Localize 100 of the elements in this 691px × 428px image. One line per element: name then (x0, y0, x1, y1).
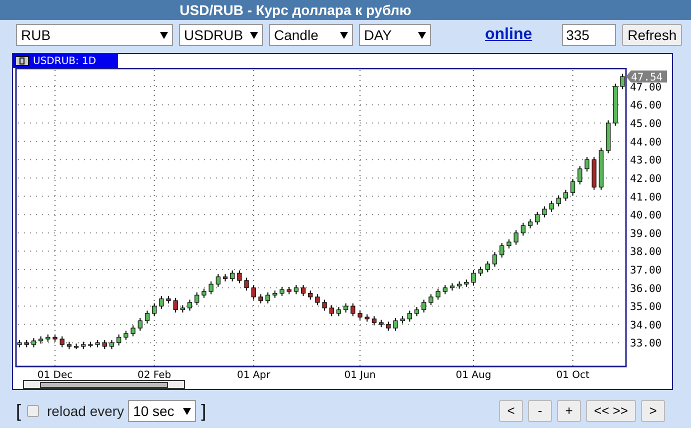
candlestick (280, 286, 284, 297)
candlestick (258, 294, 264, 304)
candlestick (294, 284, 298, 295)
chart-tab[interactable]: USDRUB: 1D (13, 54, 118, 68)
candlestick (386, 321, 391, 332)
reload-checkbox[interactable] (27, 405, 40, 417)
candlestick (514, 230, 518, 246)
y-axis-label: 40.00 (630, 210, 662, 222)
y-axis-label: 33.00 (630, 338, 662, 350)
candlestick (578, 166, 582, 185)
nav-button[interactable]: << >> (586, 400, 636, 422)
candlestick (60, 336, 64, 348)
candlestick (202, 288, 206, 298)
bracket: [ (16, 400, 22, 423)
x-axis-label: 02 Feb (138, 370, 172, 380)
caret-icon (340, 32, 348, 38)
y-axis-label: 37.00 (630, 264, 662, 276)
candlestick (500, 242, 504, 258)
dropdown[interactable]: DAY (359, 24, 431, 46)
candlestick (350, 302, 356, 317)
candlestick (230, 270, 235, 282)
candlestick (422, 299, 426, 313)
y-axis-label: 34.00 (630, 319, 662, 332)
nav-button[interactable]: > (641, 400, 665, 422)
caret-icon (183, 408, 192, 414)
scrollbar[interactable] (23, 380, 185, 389)
candlestick (620, 73, 625, 90)
candlestick (520, 222, 526, 236)
candlestick (407, 310, 412, 322)
candlestick (492, 252, 498, 268)
candlestick (144, 310, 150, 324)
candlestick (266, 292, 270, 304)
price-tag: 47.54 (626, 70, 667, 84)
candlestick (102, 339, 107, 350)
candlestick (570, 178, 576, 196)
candlestick (549, 200, 554, 212)
x-axis-label: 01 Aug (456, 370, 492, 380)
candlestick (109, 339, 114, 350)
candlestick (187, 299, 192, 312)
caret-icon (418, 32, 426, 38)
y-axis-label: 42.00 (630, 172, 662, 185)
candlestick (208, 280, 214, 295)
x-axis-label: 01 Jun (344, 370, 376, 380)
candlestick (116, 334, 122, 346)
dropdown[interactable]: RUB (16, 24, 173, 46)
candlestick (393, 317, 398, 332)
candlestick (344, 302, 348, 313)
y-axis-label: 41.00 (630, 191, 662, 204)
refresh-button[interactable]: Refresh (622, 24, 682, 46)
candlestick (251, 284, 256, 300)
bracket: ] (201, 400, 206, 423)
y-axis-label: 45.00 (630, 118, 662, 130)
candlestick (535, 211, 540, 226)
y-axis-label: 43.00 (630, 154, 662, 167)
dropdown[interactable]: USDRUB (179, 24, 263, 46)
reload-label: reload every (47, 402, 124, 421)
candlestick (372, 316, 376, 326)
candlestick (308, 290, 313, 300)
candlestick (442, 284, 448, 295)
window-title: USD/RUB - Курс доллара к рублю (0, 0, 691, 20)
x-axis-label: 01 Apr (237, 370, 270, 380)
candlestick (471, 270, 476, 286)
online-link[interactable]: online (485, 23, 532, 47)
candlestick (152, 302, 157, 317)
candlestick (485, 260, 490, 273)
candlestick (173, 297, 178, 313)
interval-dropdown[interactable]: 10 sec (128, 400, 196, 422)
x-axis-label: 01 Dec (37, 370, 73, 380)
candlestick (563, 189, 568, 202)
candlestick (315, 294, 320, 306)
y-axis-label: 35.00 (630, 301, 662, 314)
candlestick (194, 292, 200, 306)
nav-button[interactable]: < (499, 400, 523, 422)
candlestick (414, 306, 420, 317)
candlestick (478, 266, 483, 276)
dropdown[interactable]: Candle (269, 24, 353, 46)
nav-button[interactable]: - (528, 400, 552, 422)
candlestick (300, 284, 306, 297)
caret-icon (250, 32, 258, 38)
candlestick (542, 206, 547, 218)
candlestick (358, 310, 362, 320)
candlestick (244, 277, 249, 292)
candlestick (31, 338, 36, 348)
candlestick (159, 296, 164, 310)
y-axis-label: 38.00 (630, 246, 662, 258)
candlestick (336, 306, 342, 317)
candlestick (584, 156, 590, 172)
y-axis-label: 47.00 (630, 81, 662, 94)
nav-button[interactable]: + (557, 400, 581, 422)
candlestick (506, 238, 512, 249)
x-axis-label: 01 Oct (556, 370, 590, 380)
candlestick (237, 270, 242, 284)
y-axis-label: 44.00 (630, 136, 662, 148)
candlestick (556, 194, 561, 207)
y-axis-label: 46.00 (630, 100, 662, 112)
tab-label: USDRUB: 1D (33, 54, 96, 68)
panel-icon (15, 56, 29, 66)
count-field[interactable]: 335 (562, 24, 616, 46)
candlestick (130, 324, 136, 337)
candlestick (322, 299, 327, 312)
